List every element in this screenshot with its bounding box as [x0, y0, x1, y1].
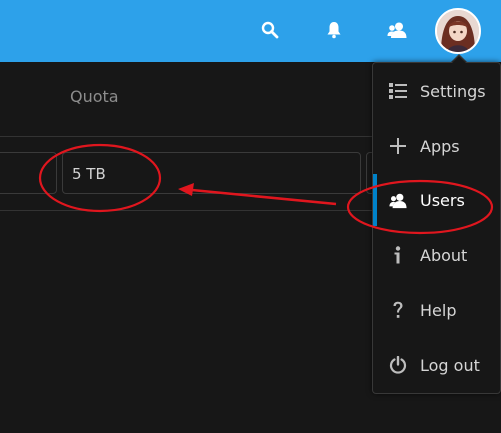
- table-divider: [0, 136, 372, 137]
- menu-item-label: Help: [420, 300, 457, 320]
- menu-item-apps[interactable]: Apps: [373, 120, 500, 172]
- top-header-bar: [0, 0, 501, 62]
- plus-icon: [389, 137, 407, 155]
- quota-column-header: Quota: [70, 87, 119, 106]
- table-divider: [0, 210, 372, 211]
- menu-item-users[interactable]: Users: [373, 174, 500, 226]
- menu-item-label: Settings: [420, 81, 486, 101]
- help-icon: [389, 301, 407, 319]
- quota-field[interactable]: 5 TB: [62, 152, 361, 194]
- menu-item-logout[interactable]: Log out: [373, 339, 500, 391]
- menu-item-label: Apps: [420, 136, 460, 156]
- menu-caret-inner: [451, 56, 467, 64]
- users-icon: [389, 191, 407, 209]
- menu-item-settings[interactable]: Settings: [373, 65, 500, 117]
- notifications-icon[interactable]: [322, 18, 346, 42]
- menu-item-about[interactable]: About: [373, 229, 500, 281]
- table-cell[interactable]: [0, 152, 57, 194]
- contacts-icon[interactable]: [385, 18, 409, 42]
- menu-item-label: Users: [420, 190, 465, 210]
- menu-item-label: About: [420, 245, 468, 265]
- user-avatar[interactable]: [435, 8, 481, 54]
- menu-item-label: Log out: [420, 355, 480, 375]
- info-icon: [389, 246, 407, 264]
- power-icon: [389, 356, 407, 374]
- menu-item-help[interactable]: Help: [373, 284, 500, 336]
- settings-icon: [389, 82, 407, 100]
- search-icon[interactable]: [258, 18, 282, 42]
